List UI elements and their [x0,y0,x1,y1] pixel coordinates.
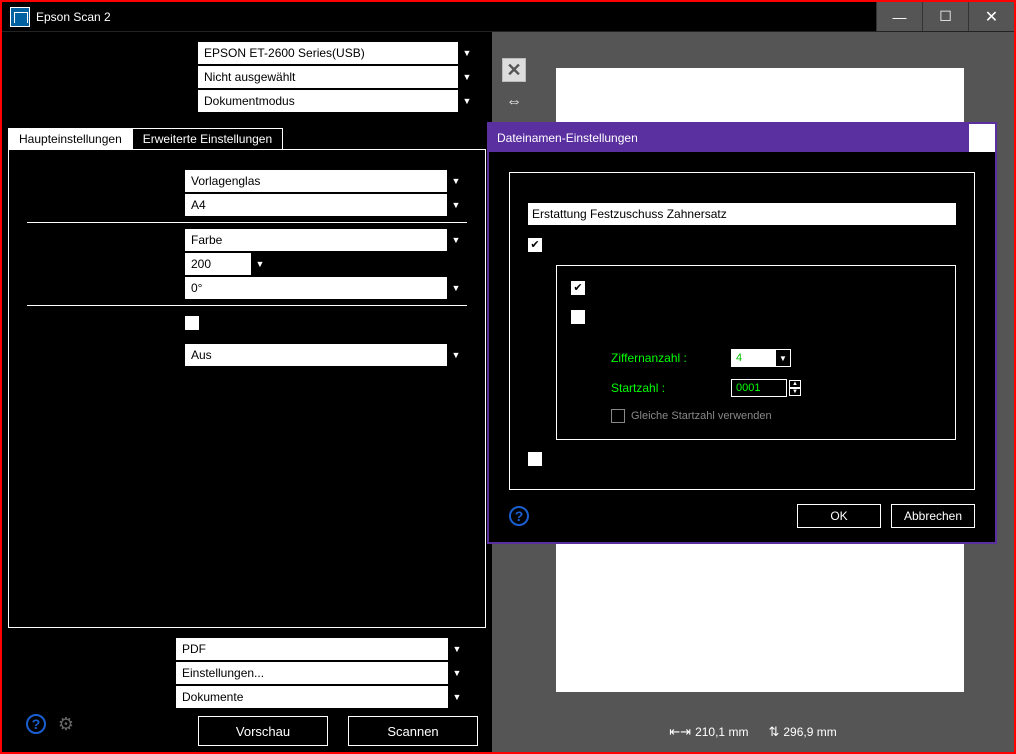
dpi-value: 200 [191,257,211,271]
bottom-controls: PDF ▼ Einstellungen... ▼ Dokumente ▼ Vor… [8,638,486,746]
digits-select[interactable]: 4 ▼ [731,349,791,367]
size-value: A4 [191,198,206,212]
height-readout: ⇅ 296,9 mm [768,724,836,740]
dialog-close-button[interactable] [969,124,995,152]
option-checkbox[interactable] [185,316,199,330]
window-buttons: — ☐ ✕ [876,2,1014,31]
same-start-label: Gleiche Startzahl verwenden [631,410,772,422]
digits-label: Ziffernanzahl : [611,351,731,365]
color-value: Farbe [191,233,222,247]
separator [27,305,467,306]
option-select[interactable]: Aus ▼ [185,344,465,366]
selection-value: Nicht ausgewählt [204,70,295,84]
chevron-down-icon: ▼ [447,344,465,366]
color-select[interactable]: Farbe ▼ [185,229,465,251]
cancel-label: Abbrechen [904,509,962,523]
separator [27,222,467,223]
chevron-down-icon: ▼ [448,662,466,684]
scanner-select[interactable]: EPSON ET-2600 Series(USB) ▼ [198,42,476,64]
rotation-select[interactable]: 0° ▼ [185,277,465,299]
chevron-down-icon: ▼ [448,638,466,660]
dialog-help-icon[interactable]: ? [509,506,529,526]
start-spinner[interactable]: 0001 ▲ ▼ [731,379,801,397]
format-select[interactable]: PDF ▼ [176,638,466,660]
digits-value: 4 [736,352,742,364]
minimize-button[interactable]: — [876,2,922,31]
corner-icons: ? ⚙ [26,714,76,734]
dpi-select[interactable]: 200 ▼ [185,253,269,275]
chevron-down-icon: ▼ [458,42,476,64]
option-value: Aus [191,348,212,362]
filename-value: Erstattung Festzuschuss Zahnersatz [532,207,727,221]
filename-fieldset: Erstattung Festzuschuss Zahnersatz ✔ ✔ Z… [509,172,975,490]
scan-label: Scannen [387,724,438,739]
width-icon: ⇤⇥ [669,724,691,739]
chevron-down-icon: ▼ [776,350,790,366]
dialog-footer: ? OK Abbrechen [509,504,975,528]
format-value: PDF [182,642,206,656]
height-value: 296,9 mm [783,725,836,739]
status-footer: ⇤⇥ 210,1 mm ⇅ 296,9 mm [492,712,1014,752]
chevron-down-icon: ▼ [458,66,476,88]
start-value: 0001 [736,382,760,394]
preview-button[interactable]: Vorschau [198,716,328,746]
chevron-down-icon: ▼ [458,90,476,112]
mode-select[interactable]: Dokumentmodus ▼ [198,90,476,112]
source-select[interactable]: Vorlagenglas ▼ [185,170,465,192]
preview-label: Vorschau [236,724,290,739]
mode-value: Dokumentmodus [204,94,295,108]
chevron-down-icon: ▼ [447,170,465,192]
chevron-down-icon: ▼ [251,253,269,275]
clear-preview-button[interactable]: ✕ [502,58,526,82]
settings-pane: EPSON ET-2600 Series(USB) ▼ Nicht ausgew… [2,32,492,752]
dialog-body: Erstattung Festzuschuss Zahnersatz ✔ ✔ Z… [489,152,995,542]
gear-icon[interactable]: ⚙ [56,714,76,734]
same-start-checkbox[interactable] [611,409,625,423]
height-icon: ⇅ [768,724,779,739]
checkbox-3[interactable] [571,310,585,324]
tab-extended[interactable]: Erweiterte Einstellungen [132,128,283,150]
tab-main[interactable]: Haupteinstellungen [8,128,133,150]
width-value: 210,1 mm [695,725,748,739]
spin-up-icon[interactable]: ▲ [789,380,801,388]
dialog-titlebar: Dateinamen-Einstellungen [489,124,995,152]
spin-down-icon[interactable]: ▼ [789,388,801,396]
app-window: Epson Scan 2 — ☐ ✕ EPSON ET-2600 Series(… [0,0,1016,754]
chevron-down-icon: ▼ [447,194,465,216]
filename-input[interactable]: Erstattung Festzuschuss Zahnersatz [528,203,956,225]
help-icon[interactable]: ? [26,714,46,734]
start-label: Startzahl : [611,381,731,395]
ok-button[interactable]: OK [797,504,881,528]
folder-value: Dokumente [182,690,243,704]
chevron-down-icon: ▼ [447,229,465,251]
tab-panel-main: Vorlagenglas ▼ A4 ▼ Farbe ▼ [8,149,486,628]
counter-fieldset: ✔ Ziffernanzahl : 4 ▼ Startzahl : 0001 [556,265,956,440]
filename-settings-select[interactable]: Einstellungen... ▼ [176,662,466,684]
source-value: Vorlagenglas [191,174,260,188]
scanner-value: EPSON ET-2600 Series(USB) [204,46,365,60]
rotation-value: 0° [191,281,202,295]
close-button[interactable]: ✕ [968,2,1014,31]
width-readout: ⇤⇥ 210,1 mm [669,724,748,740]
chevron-down-icon: ▼ [447,277,465,299]
scan-button[interactable]: Scannen [348,716,478,746]
checkbox-2[interactable]: ✔ [571,281,585,295]
flip-horizontal-icon[interactable]: ⇔ [502,90,526,114]
checkbox-4[interactable] [528,452,542,466]
cancel-button[interactable]: Abbrechen [891,504,975,528]
checkbox-1[interactable]: ✔ [528,238,542,252]
window-title: Epson Scan 2 [36,10,876,24]
size-select[interactable]: A4 ▼ [185,194,465,216]
filename-settings-dialog: Dateinamen-Einstellungen Erstattung Fest… [487,122,997,544]
ok-label: OK [830,509,847,523]
dialog-title-text: Dateinamen-Einstellungen [497,131,638,145]
maximize-button[interactable]: ☐ [922,2,968,31]
chevron-down-icon: ▼ [448,686,466,708]
selection-select[interactable]: Nicht ausgewählt ▼ [198,66,476,88]
app-icon [10,7,30,27]
folder-select[interactable]: Dokumente ▼ [176,686,466,708]
settings-value: Einstellungen... [182,666,264,680]
titlebar: Epson Scan 2 — ☐ ✕ [2,2,1014,32]
tabs: Haupteinstellungen Erweiterte Einstellun… [8,128,486,150]
